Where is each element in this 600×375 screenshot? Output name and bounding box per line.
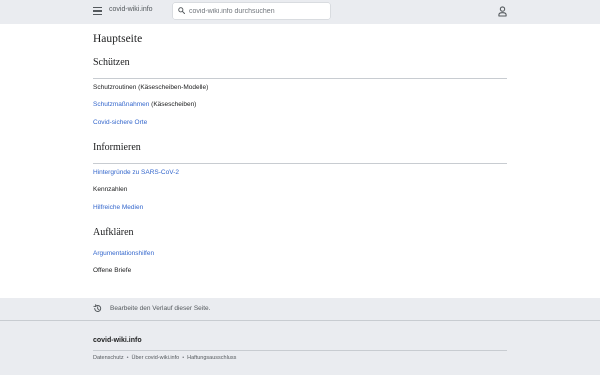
footer-divider [0,320,600,321]
search-icon [178,7,185,14]
top-header: covid-wiki.info [0,0,600,24]
footer-separator: • [126,355,129,361]
entry-text: (Käsescheiben) [149,101,197,108]
hilfreiche-medien-link[interactable]: Hilfreiche Medien [93,204,143,211]
footer-link-ueber[interactable]: Über covid-wiki.info [132,355,180,361]
section-heading-schuetzen: Schützen [93,57,130,68]
footer-links: Datenschutz • Über covid-wiki.info • Haftung… [93,355,236,361]
hintergruende-link[interactable]: Hintergründe zu SARS-CoV-2 [93,169,179,176]
list-item: Schutzmaßnahmen (Käsescheiben) [93,101,196,108]
entry-text: Kennzahlen [93,186,128,193]
footer-rule [93,350,507,351]
section-heading-informieren: Informieren [93,142,141,153]
search-input[interactable] [187,3,329,19]
hamburger-menu-icon[interactable] [93,7,102,16]
site-name-link[interactable]: covid-wiki.info [109,6,153,13]
list-item: Hilfreiche Medien [93,204,143,211]
entry-text: Schutzroutinen (Käsescheiben-Modelle) [93,84,209,91]
schutzmassnahmen-link[interactable]: Schutzmaßnahmen [93,101,149,108]
entry-text: Offene Briefe [93,267,132,274]
page-history-bar: Bearbeite den Verlauf dieser Seite. [0,298,600,320]
section-divider [93,78,507,79]
section-heading-aufklaeren: Aufklären [93,227,134,238]
list-item: Argumentationshilfen [93,250,154,257]
footer-link-haftungsausschluss[interactable]: Haftungsausschluss [187,355,236,361]
list-item: Kennzahlen [93,186,127,193]
page-history-link[interactable]: Bearbeite den Verlauf dieser Seite. [110,305,210,312]
list-item: Schutzroutinen (Käsescheiben-Modelle) [93,84,208,91]
footer-site-name: covid-wiki.info [93,337,142,344]
section-divider [93,163,507,164]
history-icon [93,304,102,312]
footer-separator: • [182,355,185,361]
argumentationshilfen-link[interactable]: Argumentationshilfen [93,250,154,257]
user-icon[interactable] [498,6,507,17]
page-title: Hauptseite [93,33,143,45]
list-item: Hintergründe zu SARS-CoV-2 [93,169,179,176]
covid-sichere-orte-link[interactable]: Covid-sichere Orte [93,119,147,126]
main-content: Hauptseite Schützen Schutzroutinen (Käse… [0,24,600,298]
list-item: Offene Briefe [93,267,131,274]
footer-link-datenschutz[interactable]: Datenschutz [93,355,124,361]
list-item: Covid-sichere Orte [93,119,147,126]
search-box[interactable] [173,3,330,19]
